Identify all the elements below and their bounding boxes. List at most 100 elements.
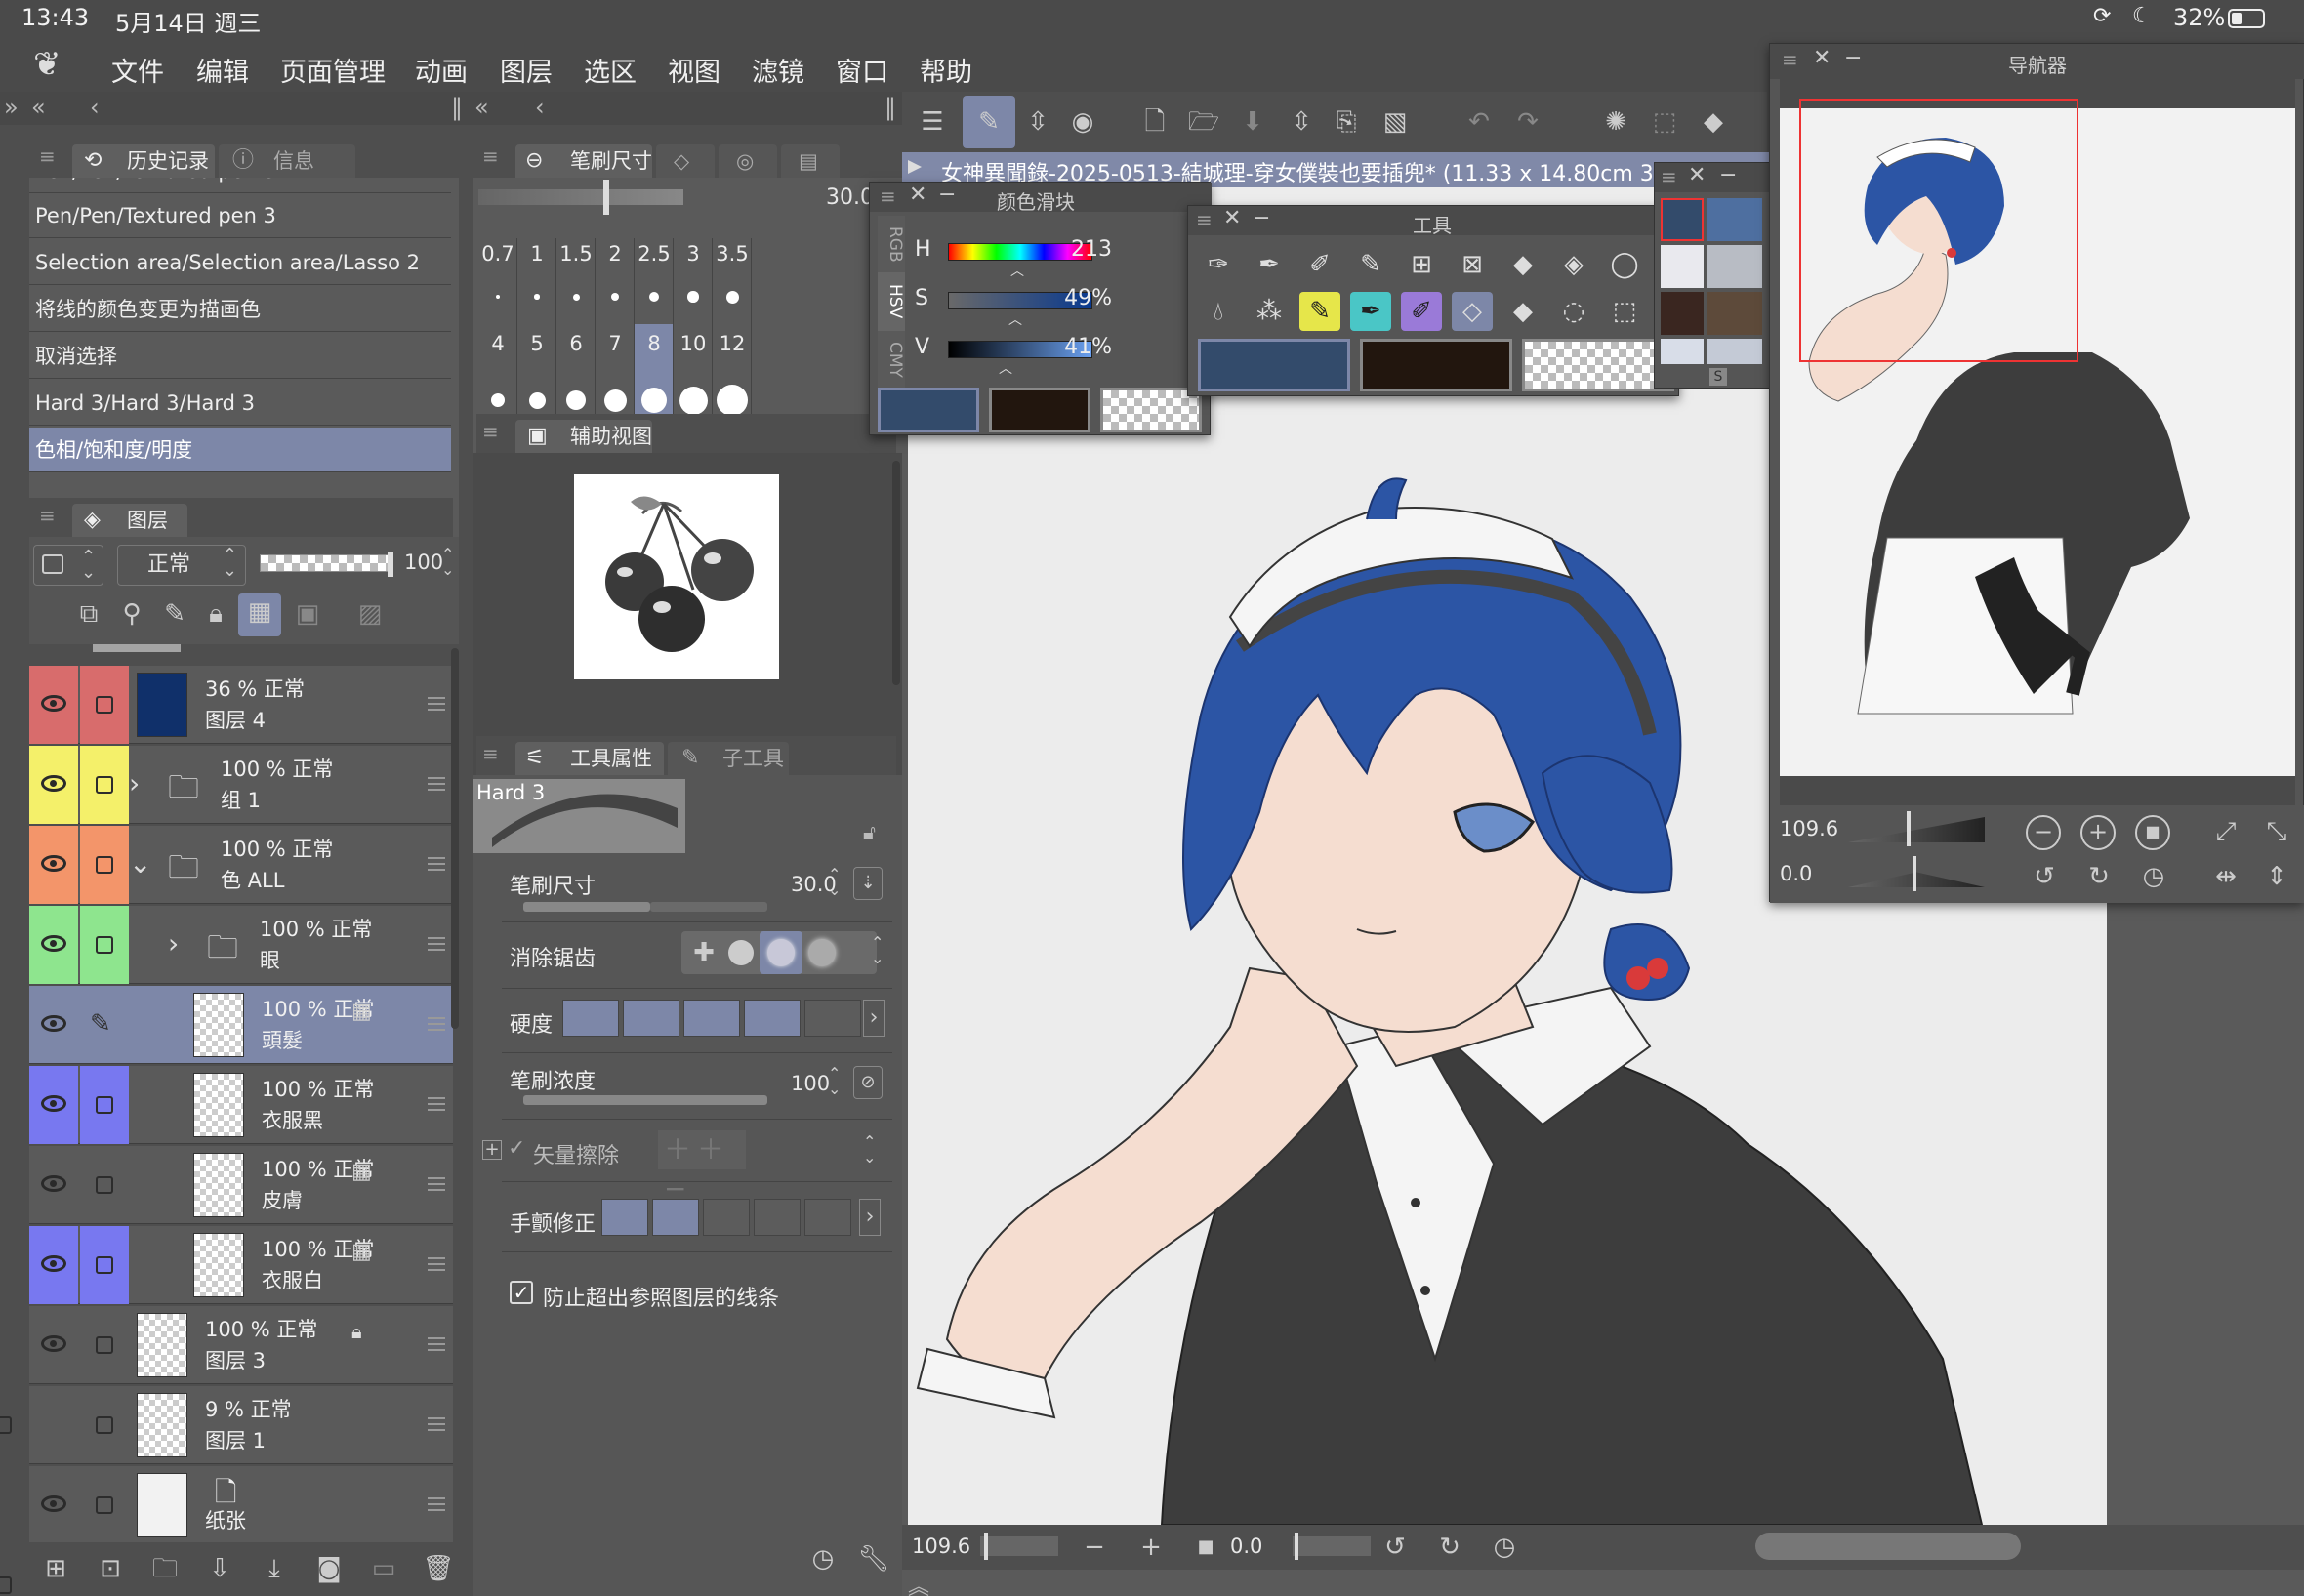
eraser-icon[interactable]: ◆	[1502, 292, 1543, 331]
new-vector-layer-icon[interactable]: ⊡	[92, 1550, 129, 1587]
layer-checkbox[interactable]	[80, 666, 129, 744]
color-history-icon[interactable]: ◉	[1064, 103, 1101, 141]
lock-icon[interactable]: 🔓︎	[863, 820, 876, 843]
visibility-toggle[interactable]	[29, 906, 78, 984]
stabilization-seg[interactable]	[754, 1199, 801, 1236]
aa-strong-icon[interactable]	[808, 939, 836, 966]
zoom-out-icon[interactable]: −	[1076, 1529, 1113, 1566]
fit-icon[interactable]: ■	[1187, 1529, 1224, 1566]
layer-checkbox[interactable]	[80, 1066, 129, 1144]
layer-row[interactable]: 36 % 正常 图层 4	[29, 666, 453, 744]
panel-menu-icon[interactable]: ≡	[1661, 165, 1677, 188]
close-icon[interactable]: ✕	[1813, 46, 1831, 70]
flip-horizontal-icon[interactable]: ⇹	[2207, 858, 2244, 895]
zoom-in-icon[interactable]: +	[1132, 1529, 1170, 1566]
nav-zoom-in-icon[interactable]: +	[2080, 815, 2116, 850]
tab-sub-tool[interactable]: ✎ 子工具	[668, 742, 789, 775]
gradient-icon[interactable]: ◈	[1553, 245, 1594, 284]
stabilization-seg[interactable]	[601, 1199, 648, 1236]
layer-row[interactable]: 100 % 正常 图层 3 🔒︎	[29, 1306, 453, 1384]
tab-brush-shape[interactable]: ◇	[656, 144, 715, 178]
chevron-right-icon[interactable]: ›	[129, 767, 140, 799]
collapse-left-icon[interactable]: »	[4, 94, 19, 121]
pressure-icon[interactable]: ⇣	[853, 867, 883, 900]
visibility-toggle[interactable]	[29, 666, 78, 744]
nav-angle-slider[interactable]	[1848, 872, 1985, 887]
layer-menu-icon[interactable]	[428, 857, 445, 871]
panel-menu-icon[interactable]: ≡	[39, 504, 56, 527]
nav-rotate-left-icon[interactable]: ↺	[2026, 858, 2063, 895]
tool-sub-color[interactable]	[1360, 339, 1512, 391]
menu-view[interactable]: 视图	[668, 51, 720, 89]
menu-animation[interactable]: 动画	[415, 51, 468, 89]
transfer-down-icon[interactable]: ⇩	[201, 1550, 238, 1587]
flip-vertical-icon[interactable]: ⇕	[2258, 858, 2295, 895]
color-set-swatch[interactable]	[1707, 292, 1762, 335]
panel-menu-icon[interactable]: ≡	[482, 742, 499, 765]
layer-checkbox[interactable]	[80, 906, 129, 984]
menu-file[interactable]: 文件	[111, 51, 164, 89]
color-set-swatch[interactable]	[1707, 245, 1762, 288]
pencil-icon[interactable]: ✐	[1299, 245, 1340, 284]
aa-weak-icon[interactable]	[728, 940, 754, 965]
history-item-selected[interactable]: 色相/饱和度/明度	[29, 428, 451, 472]
nav-reset-rotation-icon[interactable]: ◷	[2135, 858, 2172, 895]
layer-checkbox[interactable]	[80, 1386, 129, 1464]
menu-select[interactable]: 选区	[584, 51, 637, 89]
panel-menu-icon[interactable]: ≡	[482, 420, 499, 443]
hardness-seg[interactable]	[804, 1000, 861, 1037]
history-item[interactable]: Hard 3/Hard 3/Hard 3	[29, 381, 451, 426]
hardness-seg[interactable]	[562, 1000, 619, 1037]
visibility-toggle[interactable]	[29, 1146, 78, 1224]
updown-icon[interactable]: ⇳	[1019, 103, 1056, 141]
brush-size-bar[interactable]	[523, 902, 650, 912]
density-pressure-icon[interactable]: ⊘	[853, 1066, 883, 1099]
nav-angle-value[interactable]: 0.0	[1780, 862, 1812, 885]
color-set-swatch[interactable]	[1661, 292, 1704, 335]
zoom-slider[interactable]	[980, 1533, 1058, 1560]
layer-row[interactable]: › 🗀︎ 100 % 正常组 1	[29, 746, 453, 824]
stabilization-seg[interactable]	[804, 1199, 851, 1236]
layer-row[interactable]: 🗋︎ 纸张	[29, 1466, 453, 1544]
updown-icon[interactable]: ⇳	[1283, 103, 1320, 141]
layer-checkbox[interactable]	[80, 826, 129, 904]
panel-menu-icon[interactable]: ≡	[482, 144, 499, 168]
dock-grip-icon[interactable]: ‖	[885, 94, 896, 121]
layer-menu-icon[interactable]	[428, 697, 445, 711]
aa-medium-button[interactable]	[760, 931, 802, 974]
nav-zoom-value[interactable]: 109.6	[1780, 817, 1838, 840]
angle-value[interactable]: 0.0	[1230, 1535, 1262, 1558]
chevron-left-icon[interactable]: ‹	[90, 94, 100, 121]
tab-info[interactable]: ⓘ 信息	[219, 144, 355, 178]
chevron-left-icon[interactable]: ‹	[535, 94, 545, 121]
save-icon[interactable]: ⬇	[1234, 103, 1271, 141]
mask-range-icon[interactable]: ▨	[351, 595, 389, 633]
mask-enable-icon[interactable]: ▣	[289, 595, 326, 633]
expand-icon[interactable]: +	[482, 1140, 502, 1160]
visibility-toggle[interactable]	[29, 986, 78, 1064]
blend-mode-select[interactable]: 正常 ⌃ ⌄	[117, 545, 246, 586]
nav-fit-icon[interactable]: ■	[2135, 815, 2170, 850]
nav-zoom-out-icon[interactable]: −	[2026, 815, 2061, 850]
angle-slider[interactable]	[1293, 1533, 1371, 1560]
layer-row[interactable]: ⌄ 🗀︎ 100 % 正常色 ALL	[29, 826, 453, 904]
rotate-left-icon[interactable]: ↺	[1377, 1529, 1414, 1566]
h-value[interactable]: 213	[1016, 237, 1112, 262]
nav-zoom-slider[interactable]	[1848, 817, 1985, 842]
new-raster-layer-icon[interactable]: ⊞	[37, 1550, 74, 1587]
brush-icon[interactable]: ✎	[1350, 245, 1391, 284]
brush-size-slider[interactable]	[478, 189, 683, 205]
menu-page[interactable]: 页面管理	[280, 51, 386, 89]
layer-row[interactable]: 100 % 正常 衣服黑	[29, 1066, 453, 1144]
antialias-selector[interactable]: ✚	[681, 931, 877, 974]
navigator-preview-area[interactable]	[1780, 79, 2295, 805]
expand-up-icon[interactable]: ︽	[908, 1570, 929, 1596]
menu-help[interactable]: 帮助	[920, 51, 972, 89]
selection-icon[interactable]: ⬚	[1646, 103, 1683, 141]
new-file-icon[interactable]: 🗋︎	[1136, 103, 1173, 141]
v-value[interactable]: 41%	[1016, 335, 1112, 359]
tab-sub-view[interactable]: ▣ 辅助视图	[515, 420, 652, 453]
navigator-view-rect[interactable]	[1799, 99, 2078, 362]
tab-brush-density[interactable]: ◎	[719, 144, 777, 178]
color-set-swatch[interactable]	[1707, 339, 1762, 364]
